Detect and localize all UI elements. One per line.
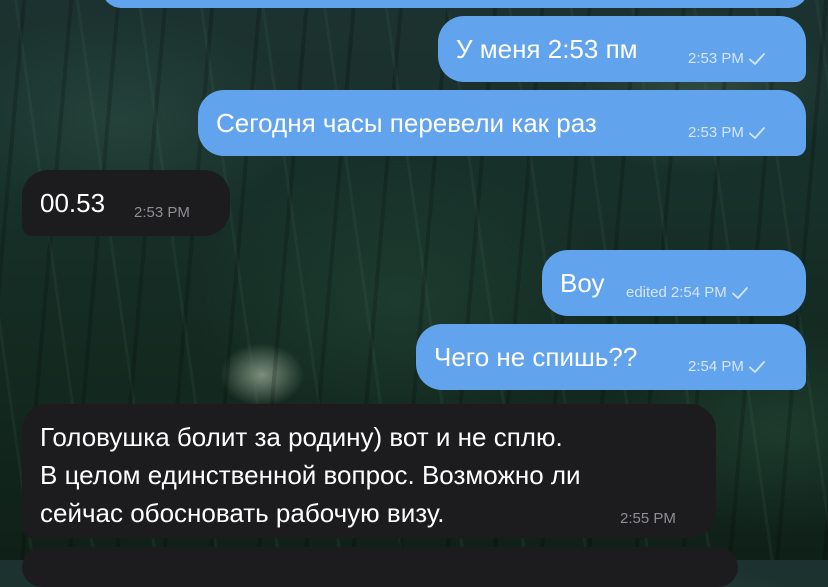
message-time: 2:54 PM [670,284,727,301]
message-bubble-outgoing[interactable]: У меня 2:53 пм 2:53 PM [438,16,806,82]
message-time: 2:53 PM [688,124,744,141]
message-bubble-incoming[interactable]: 00.53 2:53 PM [22,170,230,236]
message-meta: 2:55 PM [620,510,676,528]
message-bubble-outgoing[interactable]: Сегодня часы перевели как раз 2:53 PM [198,90,806,156]
message-text: У меня 2:53 пм [456,34,638,64]
message-meta: 2:53 PM [688,124,766,142]
check-icon [748,53,765,65]
message-meta: 2:54 PM [688,358,766,376]
check-icon [731,287,748,299]
check-icon [748,361,765,373]
message-time: 2:55 PM [620,510,676,527]
message-line: Головушка болит за родину) вот и не сплю… [40,422,563,452]
message-text: Сегодня часы перевели как раз [216,108,597,138]
check-icon [748,127,765,139]
message-meta: edited 2:54 PM [626,284,749,302]
message-text: Воу [560,268,605,298]
message-line: сейчас обосновать рабочую визу. [40,498,445,528]
message-line: В целом единственной вопрос. Возможно ли [40,460,581,490]
edited-label: edited [626,284,667,301]
message-time: 2:54 PM [688,358,744,375]
message-text: Головушка болит за родину) вот и не сплю… [40,418,700,532]
message-text: Чего не спишь?? [434,342,638,372]
message-time: 2:53 PM [688,50,744,67]
message-bubble-outgoing[interactable]: Чего не спишь?? 2:54 PM [416,324,806,390]
message-bubble-incoming[interactable]: Головушка болит за родину) вот и не сплю… [22,404,716,538]
message-meta: 2:53 PM [134,204,190,222]
message-text: 00.53 [40,188,106,218]
message-time: 2:53 PM [134,204,190,221]
message-bubble-partial-bottom[interactable] [22,547,738,587]
message-bubble-outgoing[interactable]: Воу edited 2:54 PM [542,250,806,316]
message-bubble-partial-top[interactable] [102,0,808,8]
message-meta: 2:53 PM [688,50,766,68]
